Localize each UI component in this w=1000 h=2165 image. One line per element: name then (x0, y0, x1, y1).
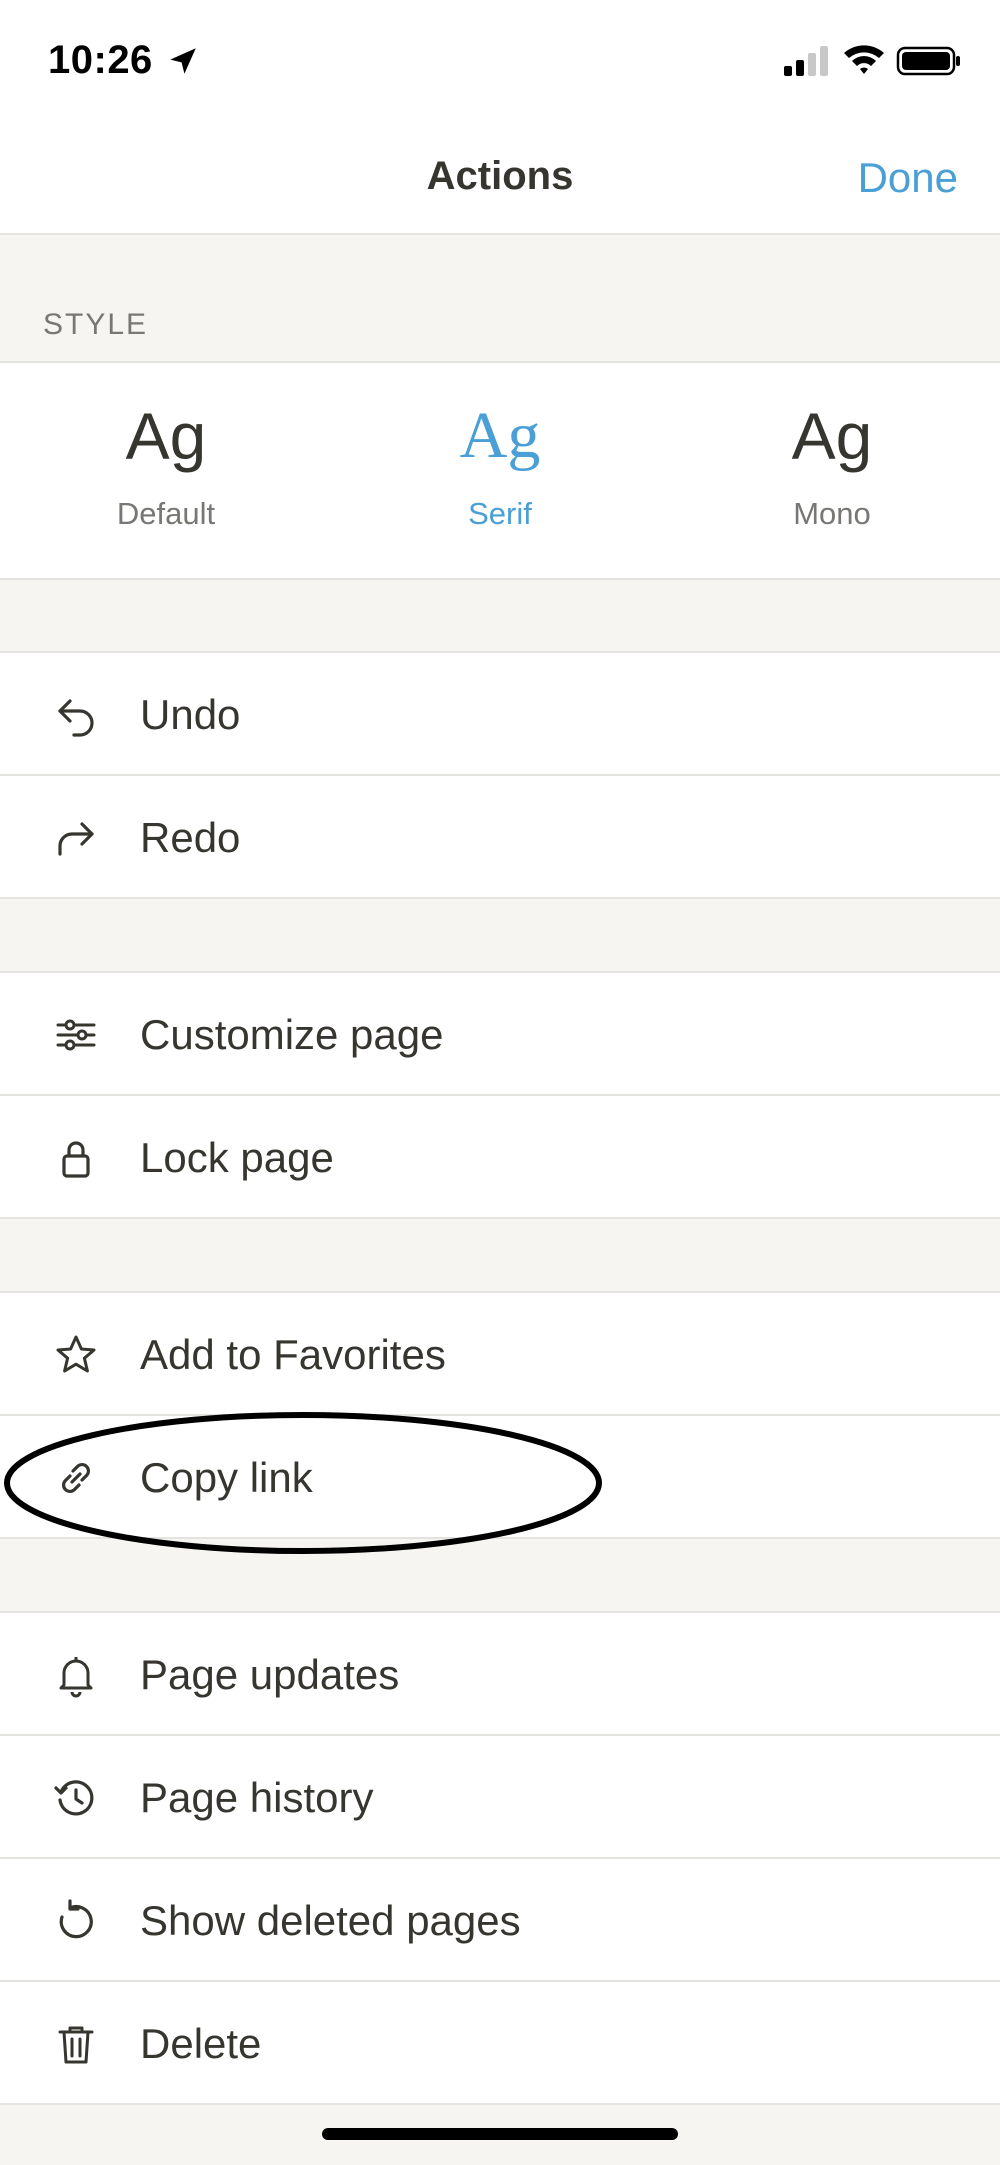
link-icon (52, 1454, 100, 1502)
copy-link-label: Copy link (140, 1454, 313, 1501)
style-name-default: Default (116, 496, 216, 531)
location-arrow-icon (166, 44, 200, 78)
restore-icon (52, 1897, 100, 1945)
customize-page-row[interactable]: Customize page (0, 973, 1000, 1096)
history-actions-group: Undo Redo (0, 651, 1000, 899)
page-history-row[interactable]: Page history (0, 1736, 1000, 1859)
show-deleted-pages-label: Show deleted pages (140, 1897, 521, 1944)
cellular-signal-icon (782, 44, 830, 78)
style-option-default[interactable]: Ag Default (46, 363, 286, 578)
history-icon (52, 1774, 100, 1822)
page-management-group: Page updates Page history Show deleted p… (0, 1611, 1000, 2105)
nav-bar: Actions Done (0, 118, 1000, 235)
star-icon (52, 1331, 100, 1379)
undo-label: Undo (140, 691, 241, 738)
style-sample-mono: Ag (791, 399, 873, 473)
copy-link-row[interactable]: Copy link (0, 1416, 1000, 1539)
style-sample-default: Ag (125, 399, 207, 473)
status-time: 10:26 (48, 38, 153, 82)
lock-page-row[interactable]: Lock page (0, 1096, 1000, 1219)
style-option-mono[interactable]: Ag Mono (712, 363, 952, 578)
lock-icon (52, 1134, 100, 1182)
style-section-label: STYLE (43, 308, 149, 341)
page-settings-group: Customize page Lock page (0, 971, 1000, 1219)
show-deleted-pages-row[interactable]: Show deleted pages (0, 1859, 1000, 1982)
bell-icon (52, 1651, 100, 1699)
sliders-icon (52, 1011, 100, 1059)
add-to-favorites-label: Add to Favorites (140, 1331, 446, 1378)
undo-icon (52, 691, 100, 739)
done-button[interactable]: Done (858, 154, 958, 202)
undo-row[interactable]: Undo (0, 653, 1000, 776)
redo-label: Redo (140, 814, 241, 861)
style-name-serif: Serif (468, 496, 532, 531)
redo-row[interactable]: Redo (0, 776, 1000, 899)
style-sample-serif: Ag (459, 399, 541, 472)
delete-label: Delete (140, 2020, 262, 2067)
status-bar: 10:26 (0, 0, 1000, 118)
redo-icon (52, 814, 100, 862)
home-indicator[interactable] (322, 2128, 678, 2140)
add-to-favorites-row[interactable]: Add to Favorites (0, 1293, 1000, 1416)
style-picker: Ag Default Ag Serif Ag Mono (0, 361, 1000, 580)
page-title: Actions (426, 154, 574, 198)
wifi-icon (842, 42, 886, 76)
customize-page-label: Customize page (140, 1011, 444, 1058)
page-updates-row[interactable]: Page updates (0, 1613, 1000, 1736)
style-name-mono: Mono (793, 496, 871, 531)
style-option-serif[interactable]: Ag Serif (380, 363, 620, 578)
page-history-label: Page history (140, 1774, 374, 1821)
battery-icon (896, 44, 962, 78)
trash-icon (52, 2020, 100, 2068)
page-updates-label: Page updates (140, 1651, 400, 1698)
share-group: Add to Favorites Copy link (0, 1291, 1000, 1539)
delete-row[interactable]: Delete (0, 1982, 1000, 2105)
lock-page-label: Lock page (140, 1134, 334, 1181)
